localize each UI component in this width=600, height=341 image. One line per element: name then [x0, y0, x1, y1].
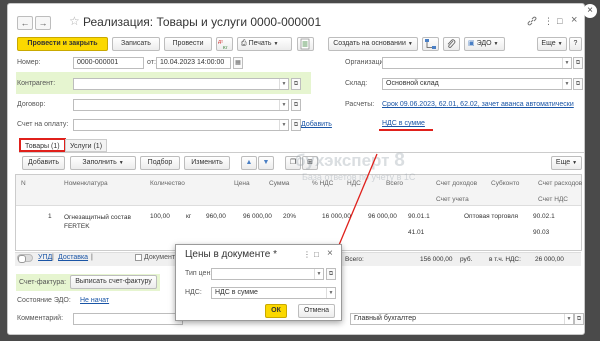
dialog-title: Цены в документе * — [185, 249, 277, 260]
vat-label: НДС: — [185, 289, 202, 296]
cancel-button[interactable]: Отмена — [298, 304, 335, 318]
price-type-field[interactable]: ▼ — [211, 268, 324, 280]
open-link-icon[interactable]: ⧉ — [326, 268, 336, 280]
chevron-down-icon[interactable]: ▼ — [326, 288, 335, 298]
ok-button[interactable]: ОК — [265, 304, 287, 318]
prices-dialog: Цены в документе * ⋮ □ × Тип цен: ▼ ⧉ НД… — [175, 244, 342, 321]
close-icon[interactable]: × — [327, 248, 333, 259]
price-type-label: Тип цен: — [185, 270, 213, 277]
more-icon[interactable]: ⋮ — [303, 250, 311, 259]
vat-field[interactable]: НДС в сумме ▼ — [211, 287, 336, 299]
restore-icon[interactable]: □ — [314, 250, 319, 259]
chevron-down-icon[interactable]: ▼ — [314, 269, 323, 279]
close-overlay-icon[interactable]: × — [583, 4, 597, 18]
